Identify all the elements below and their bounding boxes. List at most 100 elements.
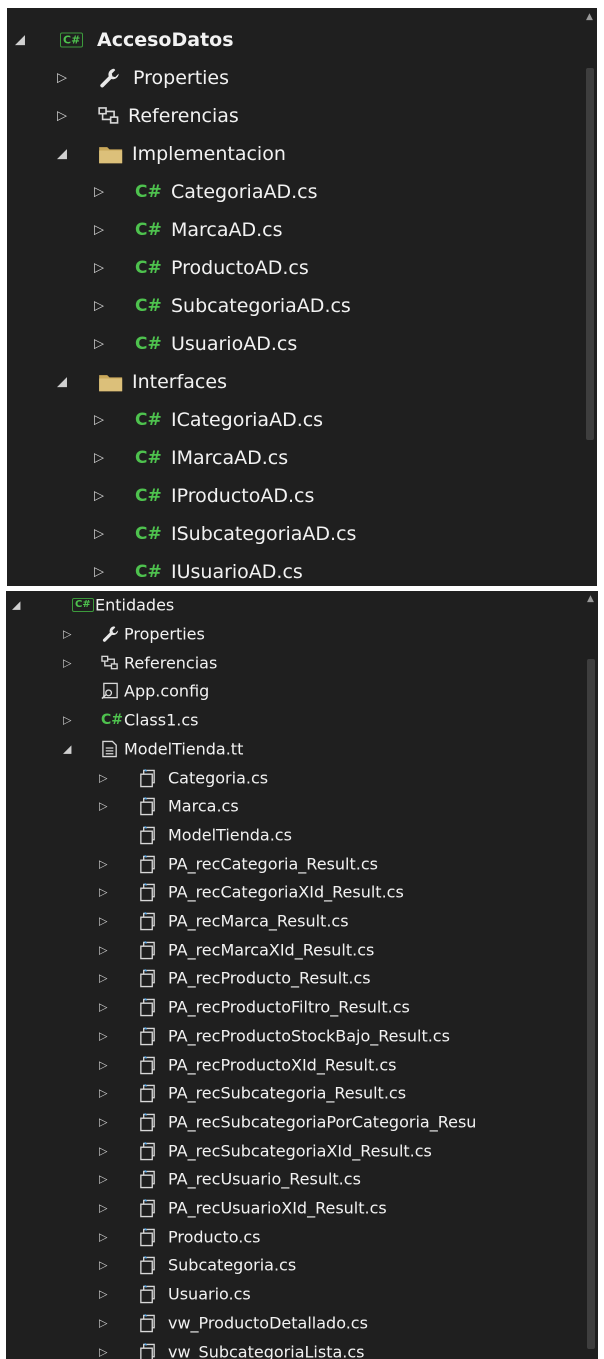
- tree-item[interactable]: ▷ PA_recSubcategoriaPorCategoria_Resu: [6, 1108, 584, 1137]
- expand-arrow-icon[interactable]: ▷: [57, 110, 67, 123]
- tree-item[interactable]: ▷ C# UsuarioAD.cs: [7, 325, 583, 363]
- tree-item[interactable]: App.config: [6, 677, 584, 706]
- expand-arrow-icon[interactable]: ▷: [99, 1145, 107, 1156]
- expand-arrow-icon[interactable]: ▷: [94, 528, 104, 541]
- expand-arrow-icon[interactable]: ▷: [99, 1002, 107, 1013]
- project-root-row[interactable]: ◢ C# Entidades: [6, 591, 584, 620]
- tree-item[interactable]: ▷ C# CategoriaAD.cs: [7, 173, 583, 211]
- generated-file-icon: [138, 1227, 157, 1246]
- tree-item-label: PA_recProductoFiltro_Result.cs: [168, 997, 410, 1017]
- scrollbar[interactable]: ▲: [584, 591, 598, 1359]
- tree-item[interactable]: ▷ Marca.cs: [6, 792, 584, 821]
- csharp-file-icon: C#: [101, 712, 124, 729]
- tree-item[interactable]: ▷ C# Class1.cs: [6, 706, 584, 735]
- expand-arrow-icon[interactable]: ▷: [63, 715, 71, 726]
- tree-item-label: IMarcaAD.cs: [171, 447, 289, 469]
- expand-arrow-icon[interactable]: ▷: [99, 1346, 107, 1357]
- expand-arrow-icon[interactable]: ▷: [94, 262, 104, 275]
- tree-item[interactable]: ▷ PA_recProducto_Result.cs: [6, 964, 584, 993]
- tree-item[interactable]: ▷ vw_SubcategoriaLista.cs: [6, 1337, 584, 1359]
- collapse-arrow-icon[interactable]: ◢: [63, 743, 71, 754]
- tree-item[interactable]: ▷ PA_recUsuario_Result.cs: [6, 1165, 584, 1194]
- expand-arrow-icon[interactable]: ▷: [99, 1231, 107, 1242]
- acceso-datos-solution-explorer: ▲ ◢ C# AccesoDatos ▷ Properties ▷ Referencias ◢…: [7, 8, 597, 586]
- tree-item[interactable]: ▷ Properties: [6, 620, 584, 649]
- expand-arrow-icon[interactable]: ▷: [99, 1174, 107, 1185]
- tree-item[interactable]: ▷ Subcategoria.cs: [6, 1251, 584, 1280]
- collapse-arrow-icon[interactable]: ◢: [15, 34, 25, 47]
- tree-item[interactable]: ▷ Referencias: [6, 648, 584, 677]
- expand-arrow-icon[interactable]: ▷: [99, 1203, 107, 1214]
- expand-arrow-icon[interactable]: ▷: [99, 1317, 107, 1328]
- tree-item[interactable]: ▷ Properties: [7, 59, 583, 97]
- expand-arrow-icon[interactable]: ▷: [94, 300, 104, 313]
- tree-item[interactable]: ▷ Categoria.cs: [6, 763, 584, 792]
- tree-item[interactable]: ▷ PA_recSubcategoriaXId_Result.cs: [6, 1136, 584, 1165]
- expand-arrow-icon[interactable]: ▷: [99, 1289, 107, 1300]
- tree-item[interactable]: ModelTienda.cs: [6, 821, 584, 850]
- expand-arrow-icon[interactable]: ▷: [94, 186, 104, 199]
- tree-item[interactable]: ▷ C# ISubcategoriaAD.cs: [7, 515, 583, 553]
- expand-arrow-icon[interactable]: ▷: [94, 224, 104, 237]
- tree-item[interactable]: ▷ C# IProductoAD.cs: [7, 477, 583, 515]
- tree-item[interactable]: ▷ PA_recProductoFiltro_Result.cs: [6, 993, 584, 1022]
- scrollbar[interactable]: ▲: [583, 8, 597, 586]
- expand-arrow-icon[interactable]: ▷: [57, 72, 67, 85]
- tree-item[interactable]: ▷ Producto.cs: [6, 1222, 584, 1251]
- generated-file-icon: [138, 1313, 157, 1333]
- tree-item[interactable]: ◢ Interfaces: [7, 363, 583, 401]
- expand-arrow-icon[interactable]: ▷: [63, 657, 71, 668]
- references-icon: [98, 107, 121, 125]
- tree-item[interactable]: ▷ Usuario.cs: [6, 1280, 584, 1309]
- expand-arrow-icon[interactable]: ▷: [99, 1059, 107, 1070]
- expand-arrow-icon[interactable]: ▷: [99, 1088, 107, 1099]
- expand-arrow-icon[interactable]: ▷: [63, 629, 71, 640]
- expand-arrow-icon[interactable]: ▷: [94, 566, 104, 579]
- scroll-up-arrow-icon[interactable]: ▲: [587, 594, 594, 604]
- generated-file-icon: [138, 1141, 157, 1160]
- tree-item[interactable]: ▷ PA_recMarca_Result.cs: [6, 907, 584, 936]
- tree-item[interactable]: ▷ C# ICategoriaAD.cs: [7, 401, 583, 439]
- expand-arrow-icon[interactable]: ▷: [99, 1260, 107, 1271]
- tree-item[interactable]: ▷ C# MarcaAD.cs: [7, 211, 583, 249]
- project-root-row[interactable]: ◢ C# AccesoDatos: [7, 21, 583, 59]
- scroll-up-arrow-icon[interactable]: ▲: [586, 12, 593, 22]
- generated-file-icon: [138, 912, 157, 931]
- tree-item[interactable]: ◢ ModelTienda.tt: [6, 735, 584, 764]
- expand-arrow-icon[interactable]: ▷: [94, 452, 104, 465]
- tree-item[interactable]: ▷ C# IUsuarioAD.cs: [7, 553, 583, 586]
- tree-item-label: PA_recUsuario_Result.cs: [168, 1169, 361, 1189]
- tree-item[interactable]: ▷ PA_recProductoStockBajo_Result.cs: [6, 1022, 584, 1051]
- tree-item[interactable]: ▷ PA_recMarcaXId_Result.cs: [6, 935, 584, 964]
- expand-arrow-icon[interactable]: ▷: [99, 944, 107, 955]
- tree-item[interactable]: ◢ Implementacion: [7, 135, 583, 173]
- tree-item[interactable]: ▷ PA_recCategoria_Result.cs: [6, 849, 584, 878]
- tree-item-label: IUsuarioAD.cs: [171, 561, 303, 583]
- tree-item[interactable]: ▷ C# IMarcaAD.cs: [7, 439, 583, 477]
- collapse-arrow-icon[interactable]: ◢: [57, 376, 67, 389]
- collapse-arrow-icon[interactable]: ◢: [57, 148, 67, 161]
- tree-item[interactable]: ▷ PA_recSubcategoria_Result.cs: [6, 1079, 584, 1108]
- expand-arrow-icon[interactable]: ▷: [99, 887, 107, 898]
- tree-item[interactable]: ▷ PA_recCategoriaXId_Result.cs: [6, 878, 584, 907]
- expand-arrow-icon[interactable]: ▷: [94, 490, 104, 503]
- tree-item[interactable]: ▷ vw_ProductoDetallado.cs: [6, 1309, 584, 1338]
- tree-item[interactable]: ▷ PA_recUsuarioXId_Result.cs: [6, 1194, 584, 1223]
- scrollbar-thumb[interactable]: [587, 659, 595, 1349]
- expand-arrow-icon[interactable]: ▷: [99, 1030, 107, 1041]
- expand-arrow-icon[interactable]: ▷: [99, 916, 107, 927]
- expand-arrow-icon[interactable]: ▷: [99, 858, 107, 869]
- collapse-arrow-icon[interactable]: ◢: [12, 600, 20, 611]
- expand-arrow-icon[interactable]: ▷: [99, 772, 107, 783]
- expand-arrow-icon[interactable]: ▷: [94, 414, 104, 427]
- expand-arrow-icon[interactable]: ▷: [99, 973, 107, 984]
- tree-item[interactable]: ▷ C# SubcategoriaAD.cs: [7, 287, 583, 325]
- tree-item-label: PA_recSubcategoria_Result.cs: [168, 1083, 407, 1103]
- scrollbar-thumb[interactable]: [586, 68, 594, 440]
- tree-item[interactable]: ▷ PA_recProductoXId_Result.cs: [6, 1050, 584, 1079]
- expand-arrow-icon[interactable]: ▷: [99, 1116, 107, 1127]
- tree-item[interactable]: ▷ Referencias: [7, 97, 583, 135]
- expand-arrow-icon[interactable]: ▷: [94, 338, 104, 351]
- expand-arrow-icon[interactable]: ▷: [99, 801, 107, 812]
- tree-item[interactable]: ▷ C# ProductoAD.cs: [7, 249, 583, 287]
